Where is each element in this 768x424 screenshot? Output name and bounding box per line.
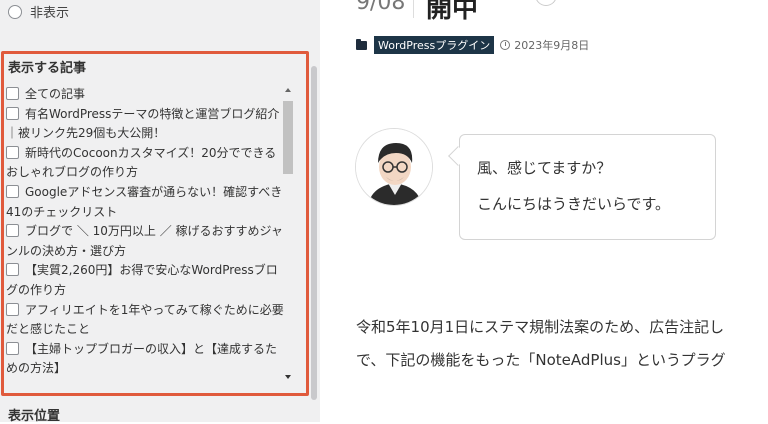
article-checkbox-list[interactable]: 全ての記事 有名WordPressテーマの特徴と運営ブログ紹介｜被リンク先29個… [6,85,297,388]
articles-section-title: 表示する記事 [8,61,87,76]
article-item-label: 【実質2,260円】お得で安心なWordPressブログの作り方 [6,263,278,297]
post-date: 2023年9月8日 [514,39,590,52]
scroll-down-arrow-icon[interactable] [285,375,291,379]
clock-icon [500,40,511,50]
checkbox[interactable] [6,184,19,198]
checkbox[interactable] [6,341,19,355]
bubble-text-line1: 風、感じてますか？ [477,159,612,177]
speech-bubble [459,134,716,240]
radio-label: 非表示 [30,6,70,21]
article-item[interactable]: 新時代のCocoonカスタマイズ！20分でできるおしゃれブログの作り方 [6,144,285,183]
checkbox[interactable] [6,263,19,277]
article-item[interactable]: 【実質2,260円】お得で安心なWordPressブログの作り方 [6,261,285,300]
avatar [355,128,433,206]
article-item-label: 全ての記事 [25,87,86,101]
bubble-text-line2: こんにちはうきだいらです。 [477,195,671,213]
paragraph-line1: 令和5年10月1日にステマ規制法案のため、広告注記し [356,318,725,336]
article-item-label: 新時代のCocoonカスタマイズ！20分でできるおしゃれブログの作り方 [6,145,277,180]
article-item[interactable]: 【主婦トップブロガーの収入】と【達成するための方法】 [6,340,285,379]
article-item[interactable]: Googleアドセンス審査が通らない！確認すべき41のチェックリスト [6,183,285,222]
scroll-up-arrow-icon[interactable] [285,88,291,92]
checkbox[interactable] [6,302,19,316]
post-title-fragment: 開中 [426,0,479,24]
article-item[interactable]: アフィリエイトを1年やってみて稼ぐために必要だと感じたこと [6,301,285,340]
article-item[interactable]: 全ての記事 [6,85,285,105]
article-item[interactable]: ブログで ＼ 10万円以上 ／ 稼げるおすすめジャンルの決め方・選び方 [6,222,285,261]
paragraph-line2: で、下記の機能をもった「NoteAdPlus」というプラグ [356,351,726,369]
title-divider [413,0,414,18]
list-scrollbar[interactable] [282,88,294,383]
article-list-inner: 全ての記事 有名WordPressテーマの特徴と運営ブログ紹介｜被リンク先29個… [6,85,285,379]
checkbox[interactable] [6,145,19,159]
article-item-label: Googleアドセンス審査が通らない！確認すべき41のチェックリスト [6,184,283,219]
radio-button[interactable] [8,4,22,19]
checkbox[interactable] [6,87,19,100]
position-section-title: 表示位置 [8,409,61,424]
article-item-label: アフィリエイトを1年やってみて稼ぐために必要だと感じたこと [6,302,284,337]
post-date-large: 9/08 [356,0,406,15]
checkbox[interactable] [6,106,19,120]
folder-icon [356,38,367,50]
avatar-illustration [356,129,432,205]
radio-hide-option[interactable]: 非表示 [8,2,69,21]
scroll-thumb[interactable] [283,101,293,174]
article-item-label: 【主婦トップブロガーの収入】と【達成するための方法】 [6,341,278,376]
checkbox[interactable] [6,224,19,238]
panel-scrollbar[interactable] [311,66,317,400]
category-badge[interactable]: WordPressプラグイン [374,36,495,54]
article-item[interactable]: 有名WordPressテーマの特徴と運営ブログ紹介｜被リンク先29個も大公開！ [6,105,285,144]
settings-panel: 非表示 表示する記事 全ての記事 有名WordPressテーマの特徴と運営ブログ… [0,0,320,424]
article-item-label: ブログで ＼ 10万円以上 ／ 稼げるおすすめジャンルの決め方・選び方 [6,224,283,258]
article-item-label: 有名WordPressテーマの特徴と運営ブログ紹介｜被リンク先29個も大公開！ [6,106,280,141]
decorative-circle [535,0,557,6]
post-meta: WordPressプラグイン 2023年9月8日 [356,36,589,54]
article-preview: 9/08 開中 WordPressプラグイン 2023年9月8日 風、感じてます… [330,0,768,422]
